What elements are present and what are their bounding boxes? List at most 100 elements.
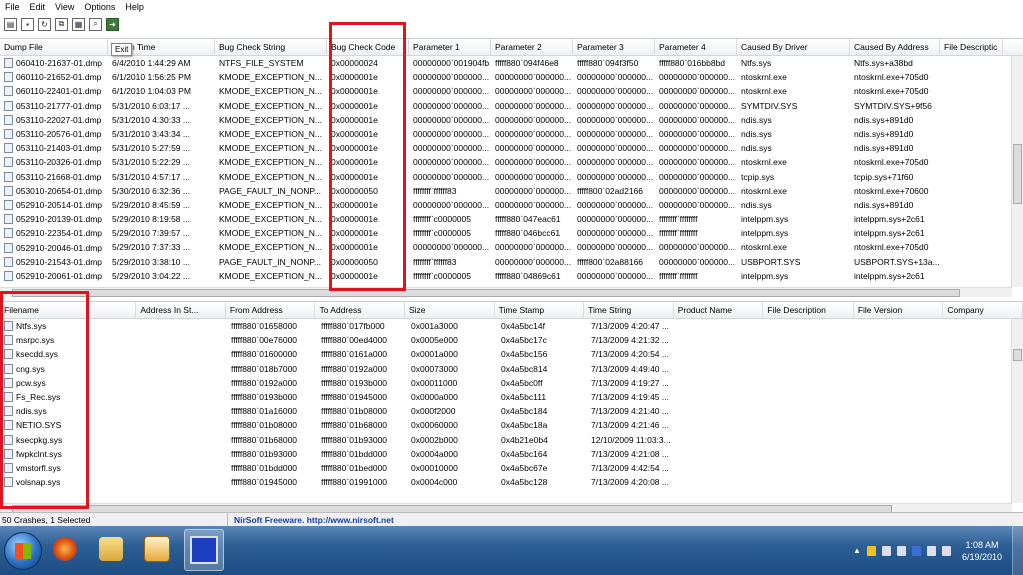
menu-edit[interactable]: Edit [25,2,51,12]
driver-list-body: Ntfs.sys fffff880`01658000 fffff880`017fb0… [0,319,1023,489]
menu-help[interactable]: Help [120,2,149,12]
driver-filename: ndis.sys [16,406,47,417]
menu-view[interactable]: View [50,2,79,12]
crash-cell: 0x0000001e [331,143,378,154]
driver-column-header[interactable]: Address In St... [136,302,226,318]
clock-date: 6/19/2010 [961,551,1002,562]
crash-row[interactable]: 053110-20326-01.dmp 5/31/2010 5:22:29 ...… [0,155,1023,169]
driver-column-header[interactable]: Time Stamp [495,302,585,318]
driver-list-vscroll-thumb[interactable] [1013,349,1022,361]
crash-row[interactable]: 052910-20061-01.dmp 5/29/2010 3:04:22 ...… [0,269,1023,283]
crash-column-header[interactable]: Parameter 1 [409,39,491,55]
crash-cell: ffffffff`ffffffff [659,270,698,281]
crash-cell: 00000000`000000... [495,242,572,253]
crash-cell: KMODE_EXCEPTION_N... [219,214,322,225]
driver-row[interactable]: Fs_Rec.sys fffff880`0193b000 fffff880`0194… [0,390,1023,404]
tray-network-icon[interactable] [881,545,891,556]
bluescreenview-icon [190,536,218,564]
crash-column-header[interactable]: Bug Check String [215,39,327,55]
driver-list[interactable]: Filename Address In St... From Address To A… [0,301,1023,513]
crash-row[interactable]: 052910-20046-01.dmp 5/29/2010 7:37:33 ...… [0,240,1023,254]
driver-row[interactable]: vmstorfl.sys fffff880`01bdd000 fffff880`01… [0,461,1023,475]
driver-column-header[interactable]: Size [405,302,495,318]
crash-row[interactable]: 053110-20576-01.dmp 5/31/2010 3:43:34 ...… [0,127,1023,141]
taskbar-media-player[interactable] [138,529,176,569]
nirsoft-link[interactable]: NirSoft Freeware. http://www.nirsoft.net [228,515,394,525]
crash-column-header[interactable]: Bug Check Code [327,39,409,55]
crash-row[interactable]: 060110-21652-01.dmp 6/1/2010 1:56:25 PM KM… [0,70,1023,84]
tray-device-icon[interactable] [896,545,906,556]
properties-icon[interactable]: ▤ [4,17,17,31]
tray-app-icon[interactable] [866,545,876,556]
crash-column-header[interactable]: Parameter 3 [573,39,655,55]
crash-list[interactable]: Dump File Crash Time Bug Check String Bug C… [0,38,1023,297]
driver-column-header[interactable]: Time String [584,302,674,318]
html-report-icon[interactable]: ▦ [72,17,85,31]
crash-list-hscroll-thumb[interactable] [12,289,960,297]
crash-list-vscrollbar[interactable] [1011,56,1023,287]
crash-list-hscrollbar[interactable] [0,287,1012,297]
save-icon[interactable]: ▪ [21,17,34,31]
crash-row[interactable]: 052910-20139-01.dmp 5/29/2010 8:19:58 ...… [0,212,1023,226]
driver-row[interactable]: NETIO.SYS fffff880`01b08000 fffff880`01b68… [0,418,1023,432]
driver-column-header[interactable]: Product Name [674,302,764,318]
driver-column-header[interactable]: File Version [854,302,944,318]
crash-column-header[interactable]: Parameter 2 [491,39,573,55]
driver-row[interactable]: ksecpkg.sys fffff880`01b68000 fffff880`01b… [0,433,1023,447]
driver-column-header[interactable]: To Address [315,302,405,318]
crash-row[interactable]: 053010-20654-01.dmp 5/30/2010 6:32:36 ...… [0,184,1023,198]
refresh-icon[interactable]: ↻ [38,17,51,31]
crash-row[interactable]: 060110-22401-01.dmp 6/1/2010 1:04:03 PM KM… [0,84,1023,98]
crash-cell: 00000000`000000... [659,171,736,182]
driver-column-header[interactable]: Filename [0,302,137,318]
crash-list-vscroll-thumb[interactable] [1013,144,1022,204]
driver-row[interactable]: msrpc.sys fffff880`00e76000 fffff880`00ed4… [0,333,1023,347]
driver-cell: 0x0005e000 [411,335,458,346]
driver-column-header[interactable]: Company [943,302,1023,318]
crash-cell: KMODE_EXCEPTION_N... [219,228,322,239]
find-icon[interactable]: ⌕ [89,17,102,31]
driver-list-vscrollbar[interactable] [1011,319,1023,503]
menu-file[interactable]: File [0,2,25,12]
crash-list-header: Dump File Crash Time Bug Check String Bug C… [0,39,1023,56]
crash-column-header[interactable]: File Descriptic [940,39,1003,55]
driver-row[interactable]: ndis.sys fffff880`01a16000 fffff880`01b080… [0,404,1023,418]
crash-row[interactable]: 052910-20514-01.dmp 5/29/2010 8:45:59 ...… [0,198,1023,212]
driver-row[interactable]: volsnap.sys fffff880`01945000 fffff880`019… [0,475,1023,489]
menu-options[interactable]: Options [79,2,120,12]
crash-filename: 052910-21543-01.dmp [16,256,103,267]
driver-column-header[interactable]: File Description [763,302,854,318]
dump-file-icon [4,185,13,196]
signal-icon[interactable] [926,545,936,556]
driver-column-header[interactable]: From Address [226,302,316,318]
crash-row[interactable]: 053110-22027-01.dmp 5/31/2010 4:30:33 ...… [0,113,1023,127]
driver-row[interactable]: fwpkclnt.sys fffff880`01b93000 fffff880`01… [0,447,1023,461]
crash-row[interactable]: 053110-21777-01.dmp 5/31/2010 6:03:17 ...… [0,99,1023,113]
crash-row[interactable]: 052910-22354-01.dmp 5/29/2010 7:39:57 ...… [0,226,1023,240]
driver-row[interactable]: cng.sys fffff880`018b7000 fffff880`0192a00… [0,362,1023,376]
dump-file-icon [4,256,13,267]
exit-icon[interactable]: ➜ [106,17,119,31]
taskbar-bluescreenview[interactable] [184,529,224,571]
crash-column-header[interactable]: Dump File [0,39,108,55]
crash-column-header[interactable]: Parameter 4 [655,39,737,55]
show-desktop-button[interactable] [1012,526,1023,575]
driver-row[interactable]: pcw.sys fffff880`0192a000 fffff880`0193b00… [0,376,1023,390]
crash-column-header[interactable]: Caused By Driver [737,39,850,55]
taskbar-firefox[interactable] [46,529,84,569]
volume-icon[interactable] [941,545,951,556]
crash-row[interactable]: 060410-21637-01.dmp 6/4/2010 1:44:29 AM NT… [0,56,1023,70]
taskbar-explorer[interactable] [92,529,130,569]
driver-row[interactable]: ksecdd.sys fffff880`01600000 fffff880`0161… [0,347,1023,361]
driver-row[interactable]: Ntfs.sys fffff880`01658000 fffff880`017fb0… [0,319,1023,333]
crash-row[interactable]: 053110-21668-01.dmp 5/31/2010 4:57:17 ...… [0,170,1023,184]
clock[interactable]: 1:08 AM 6/19/2010 [962,539,1002,563]
crash-row[interactable]: 053110-21403-01.dmp 5/31/2010 5:27:59 ...… [0,141,1023,155]
crash-row[interactable]: 052910-21543-01.dmp 5/29/2010 3:38:10 ...… [0,255,1023,269]
start-button[interactable] [4,532,42,570]
show-hidden-icons-icon[interactable]: ▲ [853,546,861,556]
crash-column-header[interactable]: Caused By Address [850,39,940,55]
bluetooth-icon[interactable] [911,545,921,556]
copy-icon[interactable]: ⧉ [55,17,68,31]
driver-cell: vmstorfl.sys [0,461,137,475]
